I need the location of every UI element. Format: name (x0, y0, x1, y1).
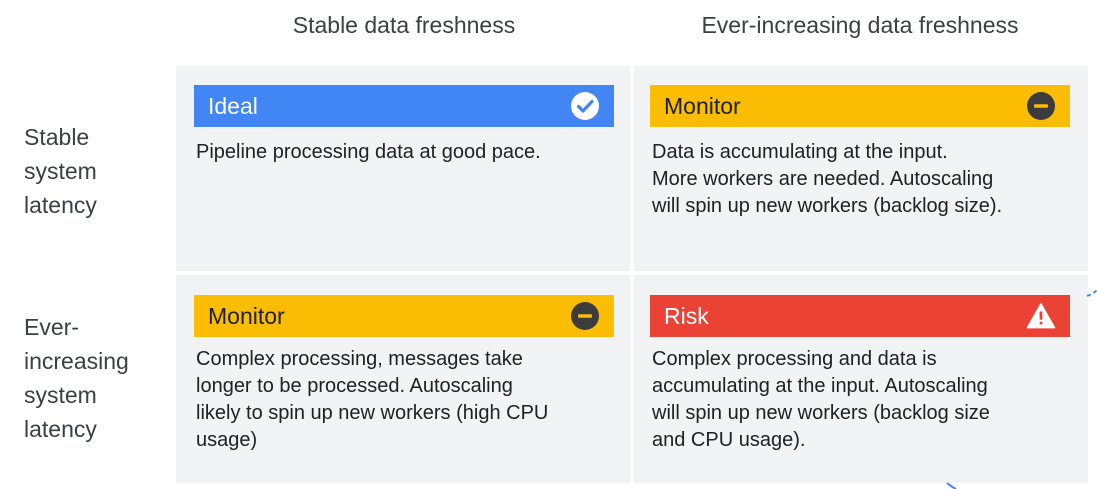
description-line: Complex processing and data is (652, 348, 937, 370)
status-banner-monitor: Monitor (194, 295, 614, 337)
matrix-cell-risk: Risk Complex processing and data is accu… (634, 275, 1088, 483)
matrix-cell-monitor-latency: Monitor Complex processing, messages tak… (176, 275, 630, 483)
cell-description: Data is accumulating at the input. More … (652, 139, 1072, 220)
row-header-increasing-latency: Ever- increasing system latency (24, 310, 174, 446)
row-header-stable-latency: Stable system latency (24, 120, 174, 222)
description-line: More workers are needed. Autoscaling (652, 168, 994, 190)
description-line: will spin up new workers (backlog size). (652, 195, 1003, 217)
column-header-increasing-freshness: Ever-increasing data freshness (701, 12, 1019, 38)
minus-circle-icon (570, 301, 600, 331)
row-header-line: system (24, 382, 97, 408)
column-header-stable-freshness: Stable data freshness (292, 12, 516, 38)
cell-description: Complex processing and data is accumulat… (652, 346, 1072, 454)
description-line: usage) (196, 429, 258, 451)
row-header-line: Stable (24, 124, 90, 150)
description-line: and CPU usage). (652, 429, 806, 451)
check-circle-icon (570, 91, 600, 121)
status-label: Monitor (208, 302, 285, 329)
description-line: Complex processing, messages take (196, 348, 523, 370)
row-header-line: latency (24, 416, 97, 442)
description-line: will spin up new workers (backlog size (652, 402, 990, 424)
row-header-line: latency (24, 192, 97, 218)
row-header-line: Ever- (24, 314, 79, 340)
status-banner-ideal: Ideal (194, 85, 614, 127)
matrix-cell-monitor-freshness: Monitor Data is accumulating at the inpu… (634, 66, 1088, 271)
status-label: Monitor (664, 92, 741, 119)
description-line: likely to spin up new workers (high CPU (196, 402, 549, 424)
matrix-cell-ideal: Ideal Pipeline processing data at good p… (176, 66, 630, 271)
status-banner-monitor: Monitor (650, 85, 1070, 127)
cell-description: Complex processing, messages take longer… (196, 346, 616, 454)
warning-triangle-icon (1026, 301, 1056, 331)
description-line: Pipeline processing data at good pace. (196, 141, 541, 163)
description-line: longer to be processed. Autoscaling (196, 375, 513, 397)
description-line: accumulating at the input. Autoscaling (652, 375, 988, 397)
status-label: Ideal (208, 92, 258, 119)
cell-description: Pipeline processing data at good pace. (196, 139, 616, 166)
status-banner-risk: Risk (650, 295, 1070, 337)
row-header-line: increasing (24, 348, 129, 374)
description-line: Data is accumulating at the input. (652, 141, 948, 163)
status-label: Risk (664, 302, 709, 329)
minus-circle-icon (1026, 91, 1056, 121)
row-header-line: system (24, 158, 97, 184)
